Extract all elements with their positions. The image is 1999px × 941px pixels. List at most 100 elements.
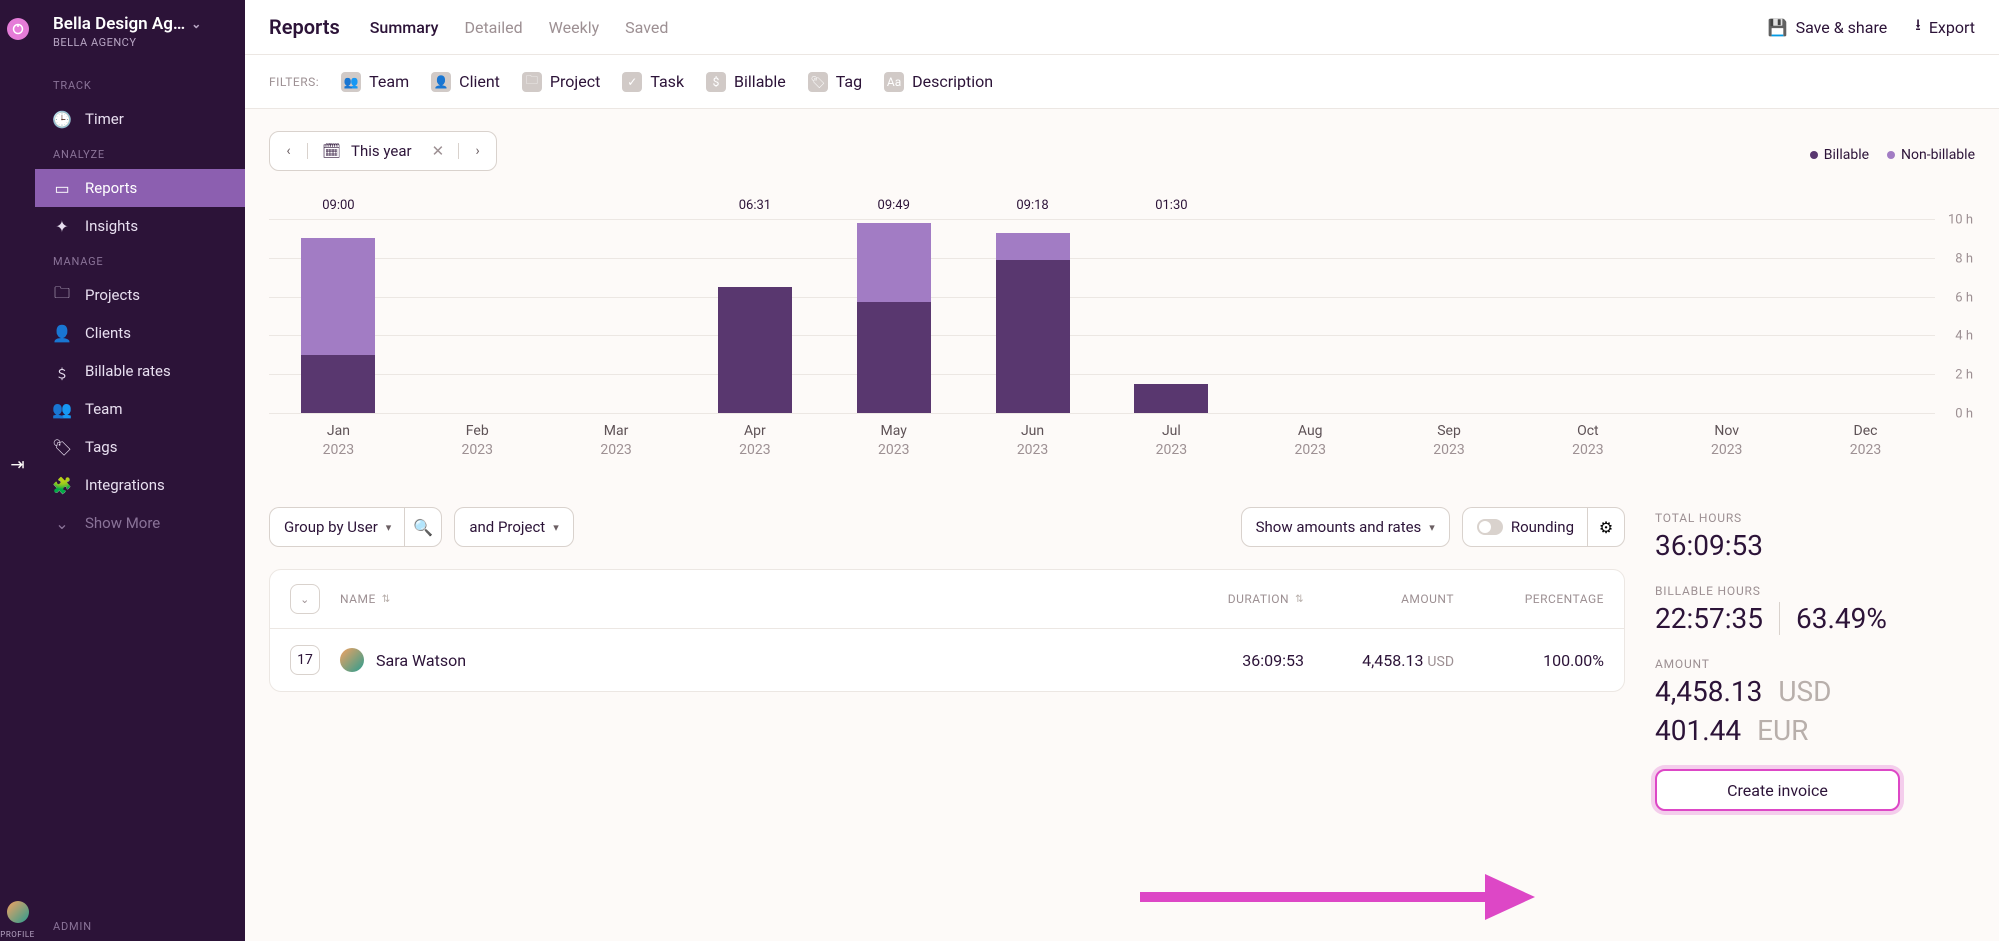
tab-saved[interactable]: Saved (625, 18, 668, 37)
bar-slot (1657, 219, 1796, 413)
bar-slot (547, 219, 686, 413)
nav-projects[interactable]: 🗀 Projects (35, 276, 245, 314)
create-invoice-button[interactable]: Create invoice (1655, 769, 1900, 811)
bar-segment-billable (996, 260, 1070, 413)
gridline: 0 h (269, 413, 1935, 414)
x-tick-label: Feb2023 (408, 422, 547, 461)
bar-segment-nonbillable (996, 233, 1070, 260)
x-tick-label: Jun2023 (963, 422, 1102, 461)
tab-summary[interactable]: Summary (370, 18, 439, 37)
nav-show-more[interactable]: ⌄Show More (35, 504, 245, 542)
hours-chart: 0 h2 h4 h6 h8 h10 h09:0006:3109:4909:180… (269, 201, 1975, 461)
nav-team[interactable]: 👥Team (35, 390, 245, 428)
date-prev-button[interactable]: ‹ (270, 143, 308, 159)
sort-icon: ⇅ (1295, 594, 1304, 605)
check-icon: ✓ (622, 72, 642, 92)
sidebar: Bella Design Ag…⌄ BELLA AGENCY TRACK 🕒 T… (35, 0, 245, 941)
rounding-settings[interactable]: ⚙ (1587, 507, 1625, 547)
person-icon: 👤 (431, 72, 451, 92)
bar[interactable] (301, 238, 375, 413)
dot-icon (1810, 151, 1818, 159)
dollar-icon: ﹩ (53, 362, 71, 380)
billable-hours-value: 22:57:35 63.49% (1655, 602, 1975, 635)
bar-segment-billable (857, 302, 931, 413)
nav-projects-label: Projects (85, 286, 140, 304)
bar[interactable] (1134, 384, 1208, 413)
bar-slot: 09:00 (269, 219, 408, 413)
folder-icon: 🗀 (522, 72, 542, 92)
filter-tag[interactable]: 🏷Tag (808, 72, 862, 92)
filter-project[interactable]: 🗀Project (522, 72, 600, 92)
x-tick-label: Sep2023 (1380, 422, 1519, 461)
nav-section-admin: ADMIN (35, 910, 245, 941)
col-name[interactable]: NAME (340, 592, 376, 606)
nav-timer[interactable]: 🕒 Timer (35, 100, 245, 138)
tab-weekly[interactable]: Weekly (549, 18, 600, 37)
dot-icon (1887, 151, 1895, 159)
col-percentage[interactable]: PERCENTAGE (1454, 592, 1604, 606)
filter-team[interactable]: 👥Team (341, 72, 409, 92)
x-tick-label: Apr2023 (685, 422, 824, 461)
workspace-switcher[interactable]: Bella Design Ag…⌄ BELLA AGENCY (35, 14, 245, 69)
bar-slot: 06:31 (685, 219, 824, 413)
nav-tags[interactable]: 🏷Tags (35, 428, 245, 466)
nav-clients[interactable]: 👤Clients (35, 314, 245, 352)
nav-billable-rates[interactable]: ﹩Billable rates (35, 352, 245, 390)
topbar-actions: 💾Save & share ⭳Export (1768, 14, 1975, 41)
save-share-button[interactable]: 💾Save & share (1768, 14, 1888, 41)
x-tick-label: Nov2023 (1657, 422, 1796, 461)
filter-description[interactable]: AaDescription (884, 72, 993, 92)
col-amount[interactable]: AMOUNT (1304, 592, 1454, 606)
nav-insights[interactable]: ✦ Insights (35, 207, 245, 245)
chevron-down-icon: ▾ (553, 521, 559, 534)
table-row[interactable]: 17Sara Watson36:09:534,458.13 USD100.00% (270, 628, 1624, 691)
group-by-search[interactable]: 🔍 (404, 507, 442, 547)
team-icon: 👥 (341, 72, 361, 92)
filter-task[interactable]: ✓Task (622, 72, 684, 92)
profile-avatar[interactable] (7, 901, 29, 923)
bar-slot (408, 219, 547, 413)
x-tick-label: Jan2023 (269, 422, 408, 461)
y-tick-label: 4 h (1955, 329, 1973, 344)
clear-date-button[interactable]: ✕ (432, 142, 445, 160)
x-tick-label: Aug2023 (1241, 422, 1380, 461)
nav-integrations[interactable]: 🧩Integrations (35, 466, 245, 504)
bar-segment-nonbillable (857, 223, 931, 303)
group-by-select[interactable]: Group by User▾ (269, 507, 405, 547)
row-expand-count[interactable]: 17 (290, 645, 320, 675)
bar-segment-billable (301, 355, 375, 413)
folder-icon: 🗀 (53, 286, 71, 304)
nav-show-more-label: Show More (85, 514, 160, 532)
y-tick-label: 10 h (1948, 213, 1973, 228)
table-controls: Group by User▾ 🔍 and Project▾ Show amoun… (269, 507, 1625, 547)
x-tick-label: Jul2023 (1102, 422, 1241, 461)
team-icon: 👥 (53, 400, 71, 418)
download-icon: ⭳ (1915, 14, 1921, 41)
date-range-button[interactable]: 🗓 This year ✕ (308, 142, 458, 160)
collapse-sidebar-icon[interactable]: ⇥ (10, 455, 24, 475)
tab-detailed[interactable]: Detailed (464, 18, 522, 37)
filters-label: FILTERS: (269, 75, 319, 89)
export-button[interactable]: ⭳Export (1915, 14, 1975, 41)
workspace-name: Bella Design Ag… (53, 14, 185, 34)
rounding-toggle[interactable]: Rounding (1462, 507, 1588, 547)
date-range-value: This year (351, 142, 412, 160)
bar[interactable] (996, 233, 1070, 413)
bar-value-label: 09:18 (1016, 198, 1048, 213)
filter-client[interactable]: 👤Client (431, 72, 500, 92)
col-duration[interactable]: DURATION (1228, 592, 1289, 606)
bar-slot: 09:49 (824, 219, 963, 413)
show-amounts-select[interactable]: Show amounts and rates▾ (1241, 507, 1450, 547)
filter-billable[interactable]: $Billable (706, 72, 786, 92)
expand-all-button[interactable]: ⌄ (290, 584, 320, 614)
app-logo[interactable] (7, 18, 29, 40)
nav-reports[interactable]: ▭ Reports (35, 169, 245, 207)
and-project-select[interactable]: and Project▾ (454, 507, 573, 547)
clock-icon: 🕒 (53, 110, 71, 128)
bar-slot (1380, 219, 1519, 413)
date-next-button[interactable]: › (458, 143, 496, 159)
x-tick-label: Mar2023 (547, 422, 686, 461)
x-tick-label: Dec2023 (1796, 422, 1935, 461)
bar[interactable] (718, 287, 792, 413)
bar[interactable] (857, 223, 931, 413)
